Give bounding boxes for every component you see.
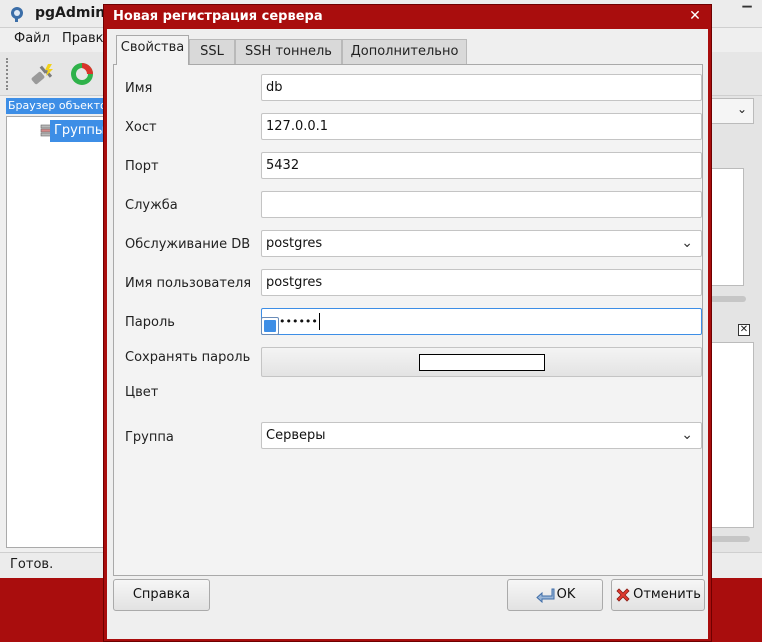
cancel-button[interactable]: Отменить (611, 579, 705, 611)
status-text: Готов. (10, 557, 54, 572)
password-input[interactable]: •••••••• (261, 308, 702, 335)
dialog-title: Новая регистрация сервера (113, 9, 323, 24)
close-panel-icon[interactable]: ✕ (738, 324, 750, 336)
right-panel-top (710, 168, 744, 286)
object-browser-panel[interactable] (6, 116, 106, 548)
port-label: Порт (125, 159, 159, 174)
horizontal-scrollbar[interactable] (710, 296, 746, 302)
toolbar-handle[interactable] (6, 58, 12, 90)
tab-properties[interactable]: Свойства (116, 35, 189, 65)
tree-item-groups[interactable]: Группы (50, 120, 106, 142)
group-value: Серверы (266, 428, 326, 443)
cancel-label: Отменить (633, 587, 701, 602)
port-input[interactable]: 5432 (261, 152, 702, 179)
menu-file[interactable]: Файл (14, 31, 50, 46)
password-label: Пароль (125, 315, 175, 330)
right-properties-area: ⌄ ✕ (710, 96, 762, 552)
service-input[interactable] (261, 191, 702, 218)
name-label: Имя (125, 81, 153, 96)
horizontal-scrollbar[interactable] (710, 536, 750, 542)
username-input[interactable]: postgres (261, 269, 702, 296)
minimize-icon[interactable]: ▔ (738, 4, 756, 22)
color-label: Цвет (125, 385, 159, 400)
refresh-icon[interactable] (68, 60, 96, 88)
close-icon[interactable]: ✕ (687, 8, 703, 24)
ok-button[interactable]: OK (507, 579, 603, 611)
tab-ssl[interactable]: SSL (189, 39, 235, 65)
save-password-label: Сохранять пароль (125, 350, 251, 365)
save-password-checkbox[interactable] (261, 317, 279, 335)
service-label: Служба (125, 198, 178, 213)
object-browser-header: Браузер объекто (6, 98, 106, 114)
right-combo[interactable]: ⌄ (710, 98, 754, 124)
properties-panel: Имя db Хост 127.0.0.1 Порт 5432 Служба О… (113, 64, 703, 576)
cancel-x-icon (616, 587, 630, 602)
text-caret (318, 313, 320, 330)
maintenance-db-value: postgres (266, 236, 323, 251)
maintenance-db-select[interactable]: postgres ⌄ (261, 230, 702, 257)
name-input[interactable]: db (261, 74, 702, 101)
right-panel-bottom (710, 342, 754, 528)
tab-advanced[interactable]: Дополнительно (342, 39, 467, 65)
checkbox-checked-indicator (264, 320, 276, 332)
chevron-down-icon: ⌄ (681, 427, 693, 443)
new-server-registration-dialog: Новая регистрация сервера ✕ Свойства SSL… (103, 4, 712, 642)
host-label: Хост (125, 120, 157, 135)
username-label: Имя пользователя (125, 276, 252, 291)
group-label: Группа (125, 430, 174, 445)
group-select[interactable]: Серверы ⌄ (261, 422, 702, 449)
enter-arrow-icon (535, 588, 555, 603)
chevron-down-icon: ⌄ (681, 235, 693, 251)
help-button[interactable]: Справка (113, 579, 210, 611)
dialog-titlebar[interactable]: Новая регистрация сервера ✕ (104, 5, 711, 29)
color-picker-button[interactable] (261, 347, 702, 377)
chevron-down-icon: ⌄ (736, 102, 747, 116)
pgadmin-elephant-icon (11, 7, 23, 22)
color-swatch (419, 354, 545, 371)
dialog-body: Свойства SSL SSH тоннель Дополнительно И… (107, 29, 708, 639)
host-input[interactable]: 127.0.0.1 (261, 113, 702, 140)
tab-ssh-tunnel[interactable]: SSH тоннель (235, 39, 342, 65)
connect-plug-icon[interactable] (28, 60, 56, 88)
ok-label: OK (556, 587, 576, 602)
maintenance-db-label: Обслуживание DB (125, 237, 251, 252)
